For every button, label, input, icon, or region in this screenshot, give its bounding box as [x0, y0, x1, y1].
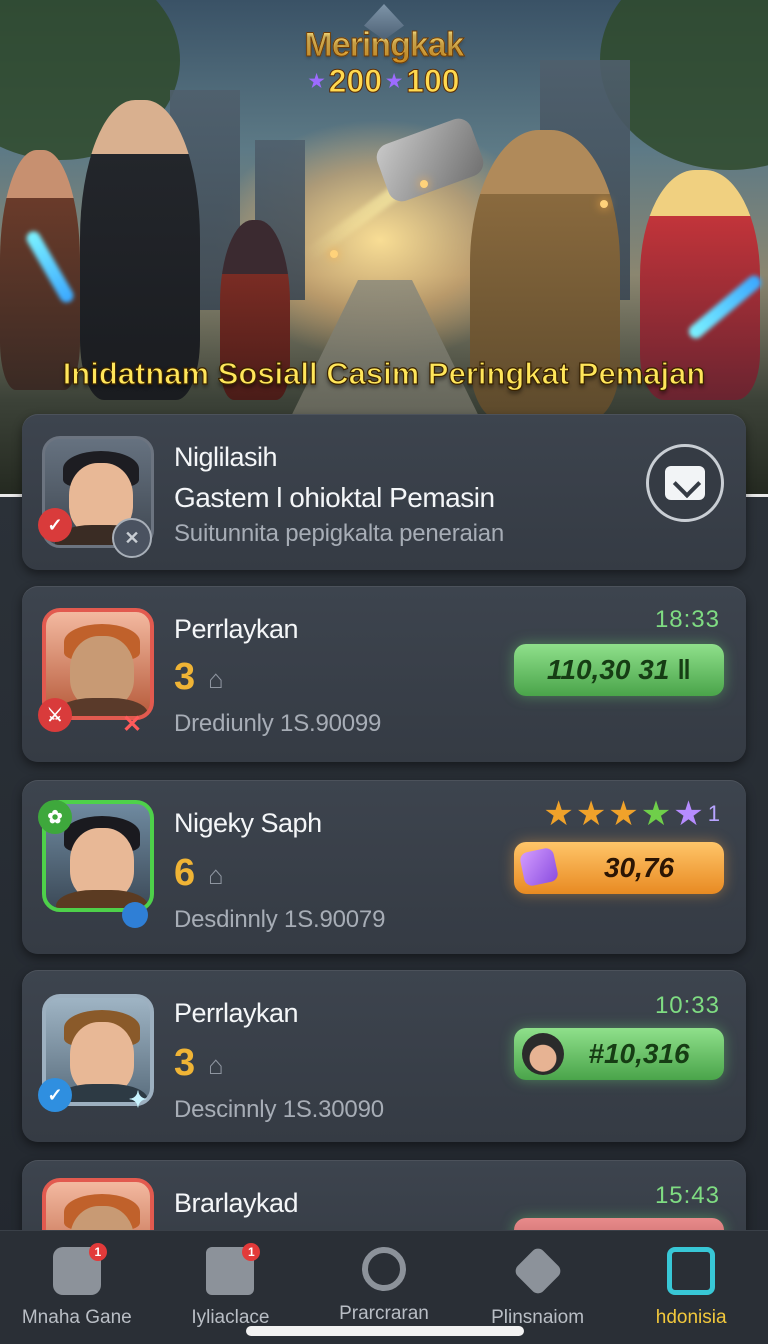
home-icon	[667, 1247, 716, 1295]
logo-number-right: 100	[406, 63, 460, 100]
game-logo: Meringkak ★ 200 ★ 100	[0, 4, 768, 100]
player-description: Descinnly 1S.30090	[174, 1096, 384, 1123]
star-icon: ★	[575, 795, 607, 833]
star-count: 1	[707, 801, 720, 826]
player-time: 10:33	[654, 992, 720, 1019]
rank-icon: ⌂	[208, 860, 224, 890]
star-icon: ★	[308, 71, 325, 91]
player-name: Brarlaykad	[174, 1188, 299, 1218]
sword-badge-icon: ⚔	[38, 698, 72, 732]
player-description: Desdinnly 1S.90079	[174, 906, 386, 933]
checklist-icon: 1	[206, 1243, 261, 1295]
notification-badge: 1	[88, 1243, 107, 1261]
check-badge-icon: ✓	[38, 508, 72, 542]
nav-label: Mnaha Gane	[21, 1307, 132, 1328]
logo-numbers: ★ 200 ★ 100	[0, 63, 768, 100]
score-pill[interactable]: 30,76	[514, 842, 724, 894]
nav-item-home[interactable]: hdonisia	[614, 1231, 768, 1344]
leaderboard-row[interactable]: ⚔ ✕ Perrlaykan 3 ⌂ Drediunly 1S.90099 18…	[22, 586, 746, 762]
check-badge-icon: ✓	[38, 1078, 72, 1112]
star-icon: ★	[640, 795, 672, 833]
player-description: Drediunly 1S.90099	[174, 710, 382, 737]
leaderboard-row[interactable]: ✿ Nigeky Saph 6 ⌂ Desdinnly 1S.90079 ★ ★…	[22, 780, 746, 954]
score-value: 30,76	[603, 852, 675, 883]
card-subtitle: Gastem l ohioktal Pemasin	[174, 482, 495, 513]
player-name: Perrlaykan	[174, 998, 299, 1028]
hammer-head	[372, 114, 488, 206]
player-name: Nigeky Saph	[174, 808, 322, 838]
card-title: Niglilasih	[174, 442, 278, 472]
star-icon: ★	[673, 795, 704, 833]
gem-icon	[518, 846, 560, 888]
nav-label: hdonisia	[655, 1307, 727, 1328]
score-pill[interactable]: 110,30 31 ‖	[514, 644, 724, 696]
cross-icon: ✕	[121, 710, 143, 738]
star-icon: ★	[608, 795, 639, 833]
layers-icon	[512, 1245, 564, 1297]
sparkle-icon: ✦	[128, 1087, 148, 1112]
home-indicator[interactable]	[246, 1326, 524, 1336]
current-player-card[interactable]: ✓ ✕ Niglilasih Gastem l ohioktal Pemasin…	[22, 414, 746, 570]
dice-icon: 1	[52, 1243, 107, 1295]
star-icon: ★	[543, 795, 574, 833]
search-icon	[361, 1247, 406, 1291]
score-pill[interactable]: #10,316	[514, 1028, 724, 1080]
star-rating: ★ ★ ★ ★ ★ 1	[543, 794, 720, 834]
leaderboard-row[interactable]: ✓ ✦ Perrlaykan 3 ⌂ Descinnly 1S.30090 10…	[22, 970, 746, 1142]
player-name: Perrlaykan	[174, 614, 299, 644]
close-icon[interactable]: ✕	[112, 518, 152, 558]
player-rank: 3	[174, 1042, 196, 1084]
nav-item-game[interactable]: 1 Mnaha Gane	[0, 1231, 154, 1344]
mini-avatar-icon	[522, 1033, 564, 1075]
character-warrior-left	[0, 150, 80, 390]
player-rank: 6	[174, 852, 196, 894]
logo-number-left: 200	[328, 63, 382, 100]
spark	[330, 250, 338, 258]
player-rank: 3	[174, 656, 196, 698]
character-suit-man	[80, 100, 200, 400]
orb-badge-icon	[122, 902, 148, 928]
card-description: Suitunnita pepigkalta peneraian	[174, 520, 505, 547]
rank-icon: ⌂	[208, 1050, 224, 1080]
export-button[interactable]	[646, 444, 724, 522]
score-value: #10,316	[588, 1038, 690, 1069]
export-icon	[665, 466, 705, 500]
leaderboard-banner-title: Inidatnam Sosiall Casim Peringkat Pemaja…	[62, 355, 706, 391]
star-icon: ★	[386, 71, 403, 91]
notification-badge: 1	[242, 1243, 261, 1261]
rank-icon: ⌂	[208, 664, 224, 694]
spark	[420, 180, 428, 188]
nav-label: Prarcraran	[339, 1303, 429, 1324]
leaf-badge-icon: ✿	[38, 800, 72, 834]
app-root: Meringkak ★ 200 ★ 100 Inidatnam Sosiall …	[0, 0, 768, 1344]
spark	[600, 200, 608, 208]
player-time: 18:33	[654, 606, 720, 633]
player-time: 15:43	[654, 1182, 720, 1209]
